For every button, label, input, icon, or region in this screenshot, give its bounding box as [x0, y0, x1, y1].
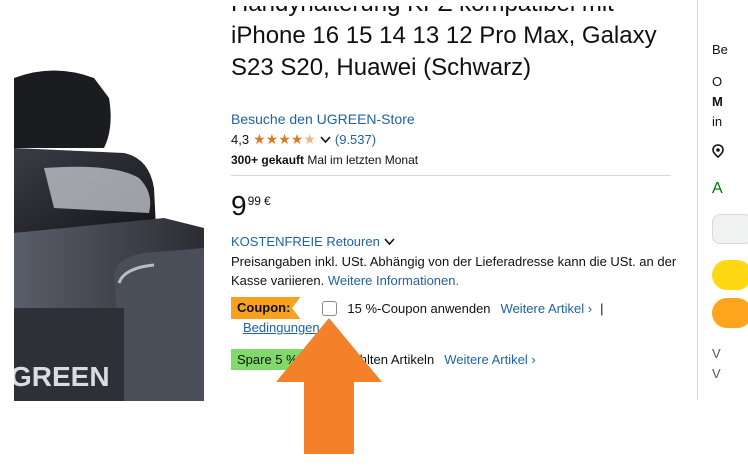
- coupon-badge: Coupon:: [231, 297, 301, 319]
- store-link[interactable]: Besuche den UGREEN-Store: [231, 111, 415, 127]
- rating-row: 4,3 ★★★★★ (9.537): [231, 132, 376, 147]
- rating-count-link[interactable]: (9.537): [335, 132, 376, 147]
- product-title-line-1: iPhone 16 15 14 13 12 Pro Max, Galaxy: [231, 22, 657, 49]
- right-column-text-v2: V: [712, 366, 721, 381]
- right-column-text-in: in: [712, 114, 723, 129]
- chevron-down-icon[interactable]: [384, 234, 395, 249]
- chevron-right-icon: ›: [587, 300, 593, 316]
- rating-chevron-icon[interactable]: [320, 132, 331, 147]
- star-full-icon: ★: [265, 131, 279, 147]
- right-column-text-v1: V: [712, 346, 721, 361]
- product-title-line-2: S23 S20, Huawei (Schwarz): [231, 54, 532, 81]
- image-brand-text: GREEN: [14, 361, 110, 392]
- price: 9 99 €: [231, 192, 271, 220]
- right-column-text-be: Be: [712, 42, 728, 57]
- star-half-icon: ★: [303, 131, 316, 147]
- star-full-icon: ★: [278, 131, 291, 147]
- product-title: Handyhalterung KFZ kompatibel mit iPhone…: [231, 6, 681, 84]
- right-column-text-o: O: [712, 74, 723, 89]
- coupon-checkbox[interactable]: [322, 300, 338, 316]
- price-fraction: 99: [247, 194, 261, 208]
- coupon-text[interactable]: 15 %-Coupon anwenden: [347, 301, 490, 316]
- vat-more-link[interactable]: Weitere Informationen.: [328, 273, 459, 288]
- chevron-right-icon: ›: [531, 352, 536, 367]
- right-column-text-m: M: [712, 94, 723, 109]
- coupon-row: Coupon: 15 %-Coupon anwenden Weitere Art…: [231, 297, 603, 319]
- save-more-link[interactable]: Weitere Artikel ›: [444, 352, 536, 367]
- rating-stars[interactable]: ★★★★★: [253, 132, 316, 147]
- free-returns-link[interactable]: KOSTENFREIE Retouren: [231, 234, 380, 249]
- free-returns[interactable]: KOSTENFREIE Retouren: [231, 234, 395, 249]
- star-full-icon: ★: [290, 131, 304, 147]
- quantity-select[interactable]: [712, 214, 748, 244]
- divider: [231, 175, 671, 176]
- right-column-border: [697, 0, 698, 400]
- bought-info: 300+ gekauft Mal im letzten Monat: [231, 153, 418, 167]
- availability-text: A: [712, 180, 723, 197]
- coupon-more-link[interactable]: Weitere Artikel ›: [501, 301, 593, 316]
- up-arrow-annotation-icon: [276, 318, 382, 454]
- star-full-icon: ★: [253, 131, 266, 147]
- bought-count: 300+ gekauft: [231, 153, 305, 167]
- location-pin-icon[interactable]: [712, 144, 724, 161]
- coupon-separator: |: [600, 300, 604, 316]
- add-to-cart-button[interactable]: [712, 260, 748, 290]
- phone-holder-image: GREEN: [14, 70, 204, 401]
- rating-value: 4,3: [231, 132, 250, 147]
- price-whole: 9: [231, 190, 247, 221]
- vat-info: Preisangaben inkl. USt. Abhängig von der…: [231, 252, 679, 290]
- price-currency: €: [263, 194, 271, 208]
- product-image[interactable]: GREEN: [14, 68, 204, 401]
- buy-now-button[interactable]: [712, 298, 748, 328]
- bought-text: Mal im letzten Monat: [304, 153, 419, 167]
- product-title-line-0: Handyhalterung KFZ kompatibel mit: [231, 6, 681, 20]
